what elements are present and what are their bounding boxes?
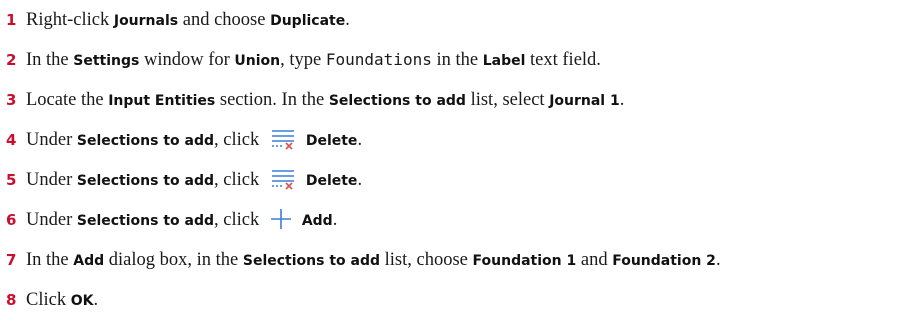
- ui-term: Journals: [113, 13, 179, 29]
- step-number: 6: [6, 211, 17, 229]
- ui-term: Duplicate: [270, 13, 346, 29]
- step-7: 7 In the Add dialog box, in the Selection…: [6, 250, 721, 270]
- step-number: 3: [6, 91, 17, 109]
- ui-term: Add: [73, 253, 105, 269]
- step-number: 5: [6, 171, 17, 189]
- step-number: 4: [6, 131, 17, 149]
- ui-term: Add: [301, 213, 333, 229]
- step-8: 8 Click OK.: [6, 290, 99, 310]
- ui-term: Settings: [73, 53, 140, 69]
- step-4: 4 Under Selections to add, click Delete.: [6, 128, 362, 157]
- step-1: 1 Right-click Journals and choose Duplica…: [6, 10, 350, 30]
- step-6: 6 Under Selections to add, click Add.: [6, 208, 337, 237]
- step-number: 7: [6, 251, 17, 269]
- ui-term: Foundation 2: [612, 253, 716, 269]
- add-plus-icon: [270, 208, 292, 237]
- step-number: 8: [6, 291, 17, 309]
- ui-term: Foundation 1: [472, 253, 577, 269]
- ui-term: Selections to add: [76, 213, 214, 229]
- ui-term: Input Entities: [108, 93, 216, 109]
- step-number: 1: [6, 11, 17, 29]
- step-3: 3 Locate the Input Entities section. In t…: [6, 90, 625, 110]
- ui-term: Selections to add: [76, 133, 214, 149]
- ui-term: Delete: [305, 173, 358, 189]
- ui-term: Selections to add: [242, 253, 381, 269]
- ui-term: Selections to add: [76, 173, 214, 189]
- step-2: 2 In the Settings window for Union, type …: [6, 50, 601, 70]
- step-5: 5 Under Selections to add, click Delete.: [6, 168, 362, 197]
- ui-term: Selections to add: [328, 93, 466, 109]
- delete-list-icon: [270, 168, 296, 197]
- ui-term: Union: [234, 53, 281, 69]
- delete-list-icon: [270, 128, 296, 157]
- ui-term: OK: [70, 293, 94, 309]
- step-number: 2: [6, 51, 17, 69]
- ui-term: Journal 1: [549, 93, 620, 109]
- ui-term: Delete: [305, 133, 358, 149]
- ui-term: Label: [482, 53, 526, 69]
- typed-value: Foundations: [325, 50, 432, 69]
